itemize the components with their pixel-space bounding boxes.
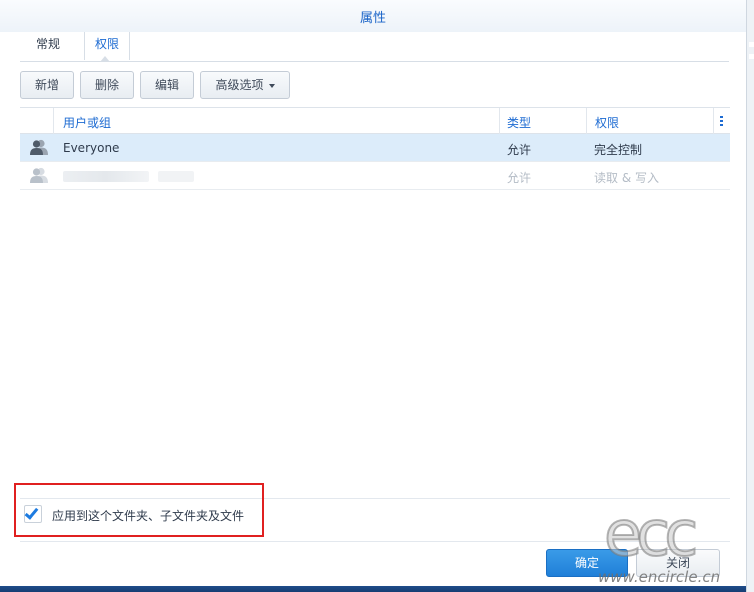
row-type: 允许 — [507, 171, 532, 185]
grid-header: 用户或组 类型 权限 — [20, 107, 730, 134]
column-menu-icon[interactable] — [720, 116, 723, 127]
table-row[interactable]: Everyone 允许 完全控制 — [20, 134, 730, 162]
edge-marker — [749, 54, 754, 59]
tab-general[interactable]: 常规 — [26, 32, 70, 60]
row-user-name: Everyone — [63, 141, 120, 155]
window-titlebar: 属性 — [0, 0, 746, 32]
obscured-user-name — [63, 171, 149, 182]
window-title: 属性 — [359, 11, 386, 26]
column-separator — [586, 108, 587, 134]
add-button[interactable]: 新增 — [20, 71, 74, 99]
advanced-options-button[interactable]: 高级选项 — [200, 71, 290, 99]
obscured-user-name — [158, 171, 194, 182]
permissions-grid: 用户或组 类型 权限 Everyone 允许 完全控制 允许 读取 & 写入 — [20, 107, 730, 191]
active-tab-indicator — [100, 56, 110, 62]
tab-bar: 常规 权限 — [20, 32, 729, 62]
column-separator — [53, 108, 54, 134]
column-header-permission[interactable]: 权限 — [595, 114, 619, 131]
dropdown-caret-icon — [268, 83, 275, 88]
window-edge — [746, 0, 754, 592]
edge-marker — [749, 42, 754, 47]
row-permission: 完全控制 — [594, 143, 643, 157]
watermark-logo: ecc — [603, 497, 699, 570]
annotation-highlight-box — [14, 483, 264, 537]
edit-button[interactable]: 编辑 — [140, 71, 194, 99]
delete-button[interactable]: 删除 — [80, 71, 134, 99]
row-type: 允许 — [507, 143, 532, 157]
column-header-user-or-group[interactable]: 用户或组 — [63, 114, 111, 131]
column-separator — [499, 108, 500, 134]
column-header-type[interactable]: 类型 — [507, 114, 531, 131]
group-icon — [30, 167, 48, 183]
column-separator — [713, 108, 714, 134]
advanced-options-label: 高级选项 — [215, 78, 264, 92]
taskbar-strip — [0, 586, 746, 592]
row-permission: 读取 & 写入 — [594, 171, 659, 185]
group-icon — [30, 139, 48, 155]
table-row[interactable]: 允许 读取 & 写入 — [20, 162, 730, 190]
watermark-url: www.encircle.cn — [598, 568, 721, 586]
